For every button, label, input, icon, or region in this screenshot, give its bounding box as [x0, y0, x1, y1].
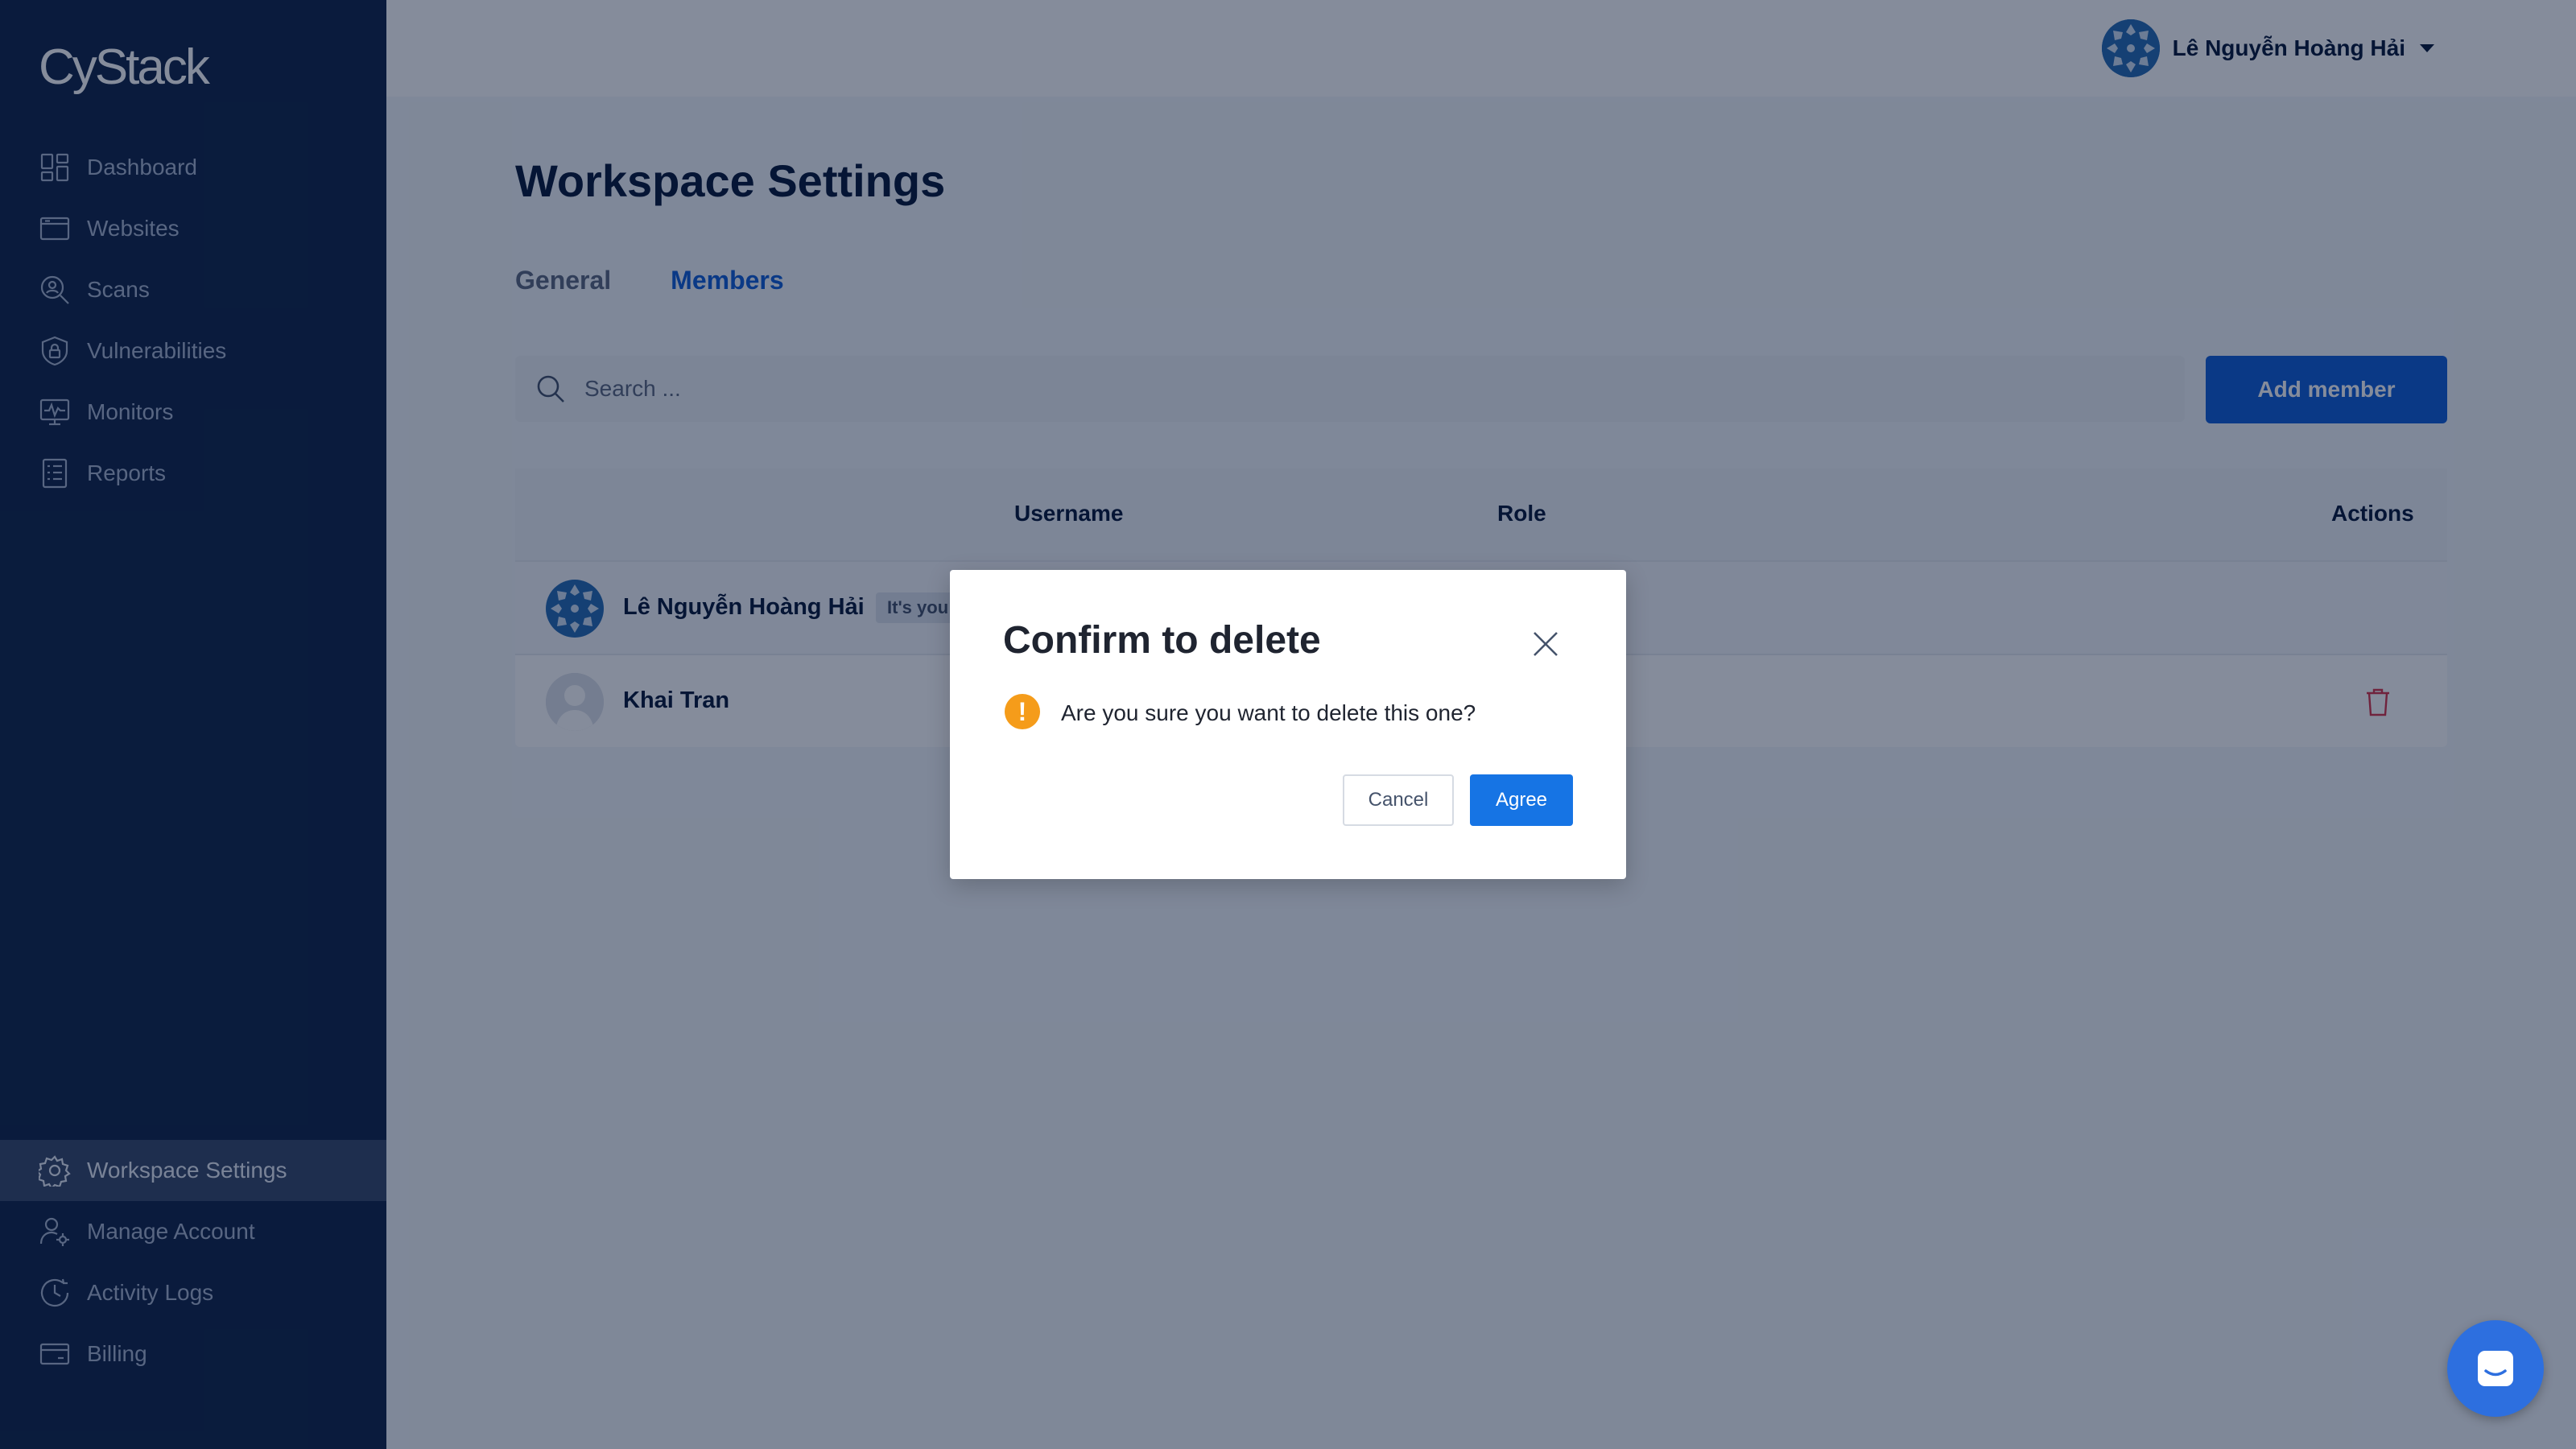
- chat-icon: [2478, 1351, 2513, 1386]
- chat-launcher[interactable]: [2447, 1320, 2544, 1417]
- agree-button[interactable]: Agree: [1470, 774, 1573, 826]
- close-icon[interactable]: [1530, 628, 1562, 660]
- dialog-message: Are you sure you want to delete this one…: [1061, 700, 1476, 725]
- confirm-delete-dialog: Confirm to delete ! Are you sure you wan…: [950, 570, 1626, 879]
- dialog-title: Confirm to delete: [1003, 619, 1321, 662]
- warning-icon: !: [1005, 694, 1040, 729]
- cancel-button[interactable]: Cancel: [1343, 774, 1454, 826]
